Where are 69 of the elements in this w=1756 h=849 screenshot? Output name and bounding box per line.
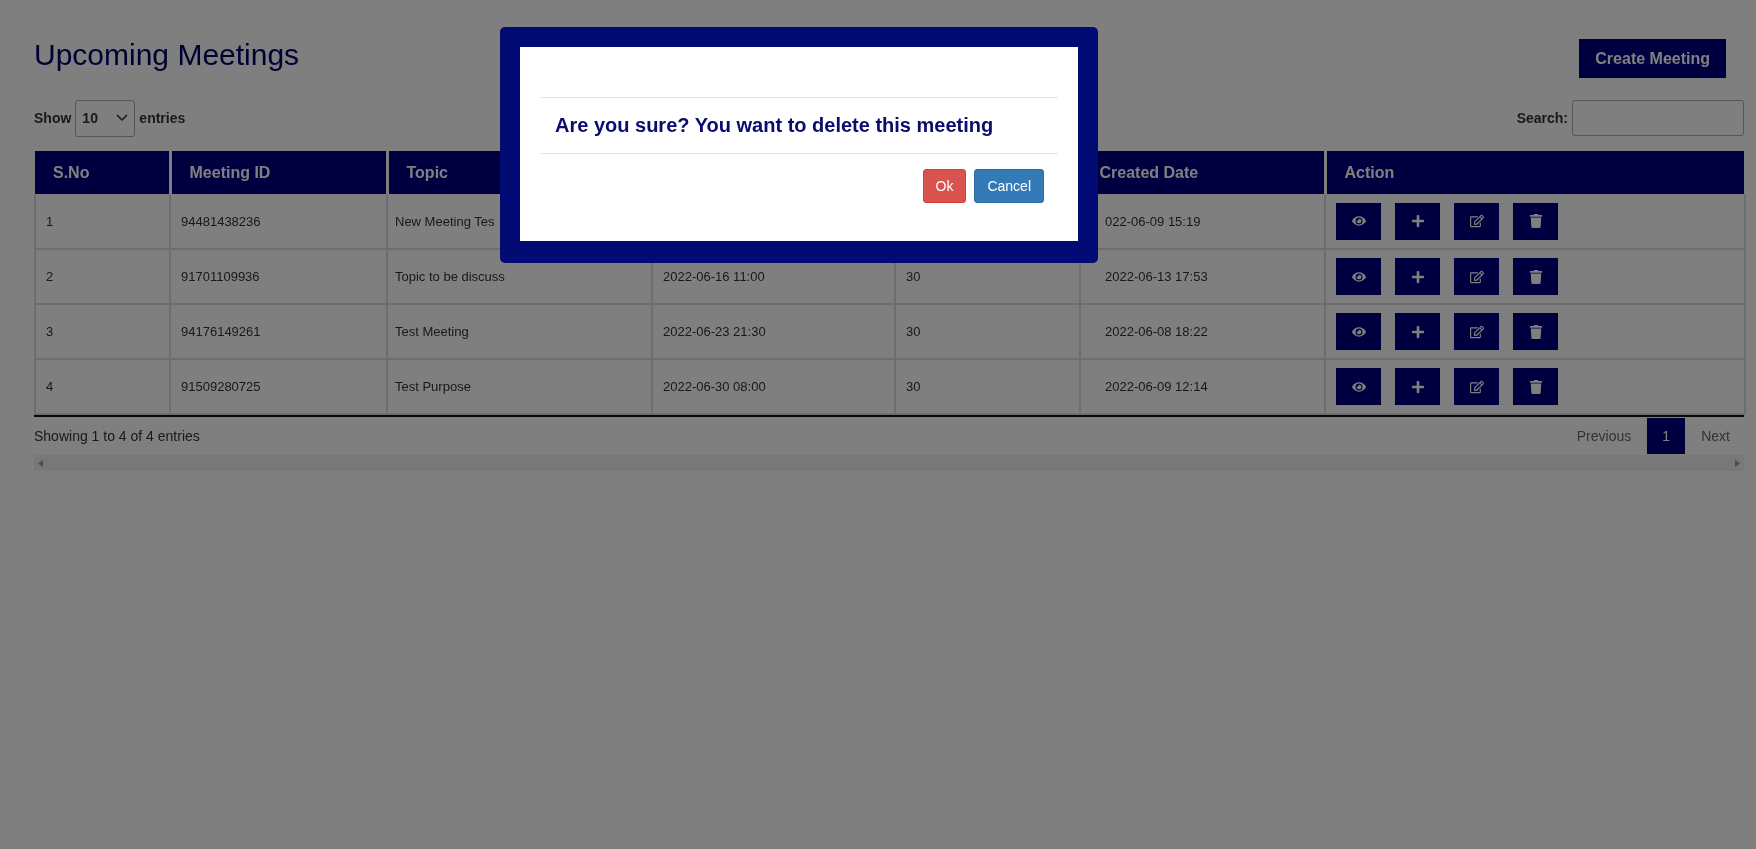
table-cell: 91509280725 <box>170 359 387 414</box>
show-label: Show <box>34 110 72 126</box>
trash-icon <box>1528 324 1543 339</box>
edit-icon <box>1469 379 1484 394</box>
delete-button[interactable] <box>1513 313 1558 350</box>
create-meeting-button[interactable]: Create Meeting <box>1579 39 1726 78</box>
scroll-left-icon <box>38 459 43 467</box>
chevron-down-icon <box>116 114 129 122</box>
table-cell: 2022-06-08 18:22 <box>1080 304 1325 359</box>
trash-icon <box>1528 269 1543 284</box>
add-button[interactable] <box>1395 202 1440 240</box>
column-header: S.No <box>35 151 170 194</box>
search-label: Search: <box>1516 110 1568 126</box>
edit-icon <box>1469 214 1484 228</box>
next-link[interactable]: Next <box>1699 428 1732 444</box>
view-button[interactable] <box>1336 258 1381 295</box>
table-cell: 30 <box>895 304 1080 359</box>
delete-button[interactable] <box>1513 368 1558 405</box>
edit-button[interactable] <box>1454 368 1499 405</box>
view-button[interactable] <box>1336 313 1381 350</box>
cancel-button[interactable]: Cancel <box>974 169 1044 203</box>
table-cell: 2 <box>35 249 170 304</box>
entries-select[interactable]: 10 <box>75 99 136 137</box>
view-button[interactable] <box>1336 368 1381 405</box>
column-header: Meeting ID <box>170 151 387 194</box>
entries-info: Showing 1 to 4 of 4 entries <box>34 428 200 444</box>
table-cell: 94481438236 <box>170 194 387 249</box>
delete-button[interactable] <box>1513 258 1558 295</box>
edit-button[interactable] <box>1454 202 1499 240</box>
table-cell: 2022-06-30 08:00 <box>652 359 895 414</box>
table-cell: 30 <box>895 359 1080 414</box>
edit-icon <box>1469 269 1484 284</box>
plus-icon <box>1410 324 1425 339</box>
edit-button[interactable] <box>1454 258 1499 295</box>
eye-icon <box>1351 379 1366 394</box>
trash-icon <box>1528 379 1543 394</box>
table-cell: 4 <box>35 359 170 414</box>
table-cell: 2022-06-09 12:14 <box>1080 359 1325 414</box>
search-field[interactable] <box>1572 100 1744 136</box>
ok-button[interactable]: Ok <box>922 169 967 203</box>
plus-icon <box>1410 214 1425 228</box>
table-cell: 94176149261 <box>170 304 387 359</box>
table-cell: Test Purpose <box>387 359 652 414</box>
eye-icon <box>1351 214 1366 228</box>
trash-icon <box>1528 214 1543 228</box>
delete-button[interactable] <box>1513 202 1558 240</box>
table-cell: 2022-06-23 21:30 <box>652 304 895 359</box>
edit-icon <box>1469 324 1484 339</box>
plus-icon <box>1410 269 1425 284</box>
entries-label: entries <box>139 110 186 126</box>
eye-icon <box>1351 269 1366 284</box>
add-button[interactable] <box>1395 258 1440 295</box>
table-cell: 91701109936 <box>170 249 387 304</box>
edit-button[interactable] <box>1454 313 1499 350</box>
plus-icon <box>1410 379 1425 394</box>
add-button[interactable] <box>1395 313 1440 350</box>
page-title: Upcoming Meetings <box>34 38 300 72</box>
add-button[interactable] <box>1395 368 1440 405</box>
view-button[interactable] <box>1336 202 1381 240</box>
table-cell: 3 <box>35 304 170 359</box>
table-cell: 1 <box>35 194 170 249</box>
page-button[interactable]: 1 <box>1647 418 1686 454</box>
table-cell: Test Meeting <box>387 304 652 359</box>
previous-link[interactable]: Previous <box>1574 428 1634 444</box>
dialog-message: Are you sure? You want to delete this meeting <box>540 97 1058 154</box>
eye-icon <box>1351 324 1366 339</box>
column-header: Action <box>1325 151 1745 194</box>
scroll-right-icon <box>1735 459 1740 467</box>
horizontal-scrollbar[interactable] <box>34 455 1744 471</box>
